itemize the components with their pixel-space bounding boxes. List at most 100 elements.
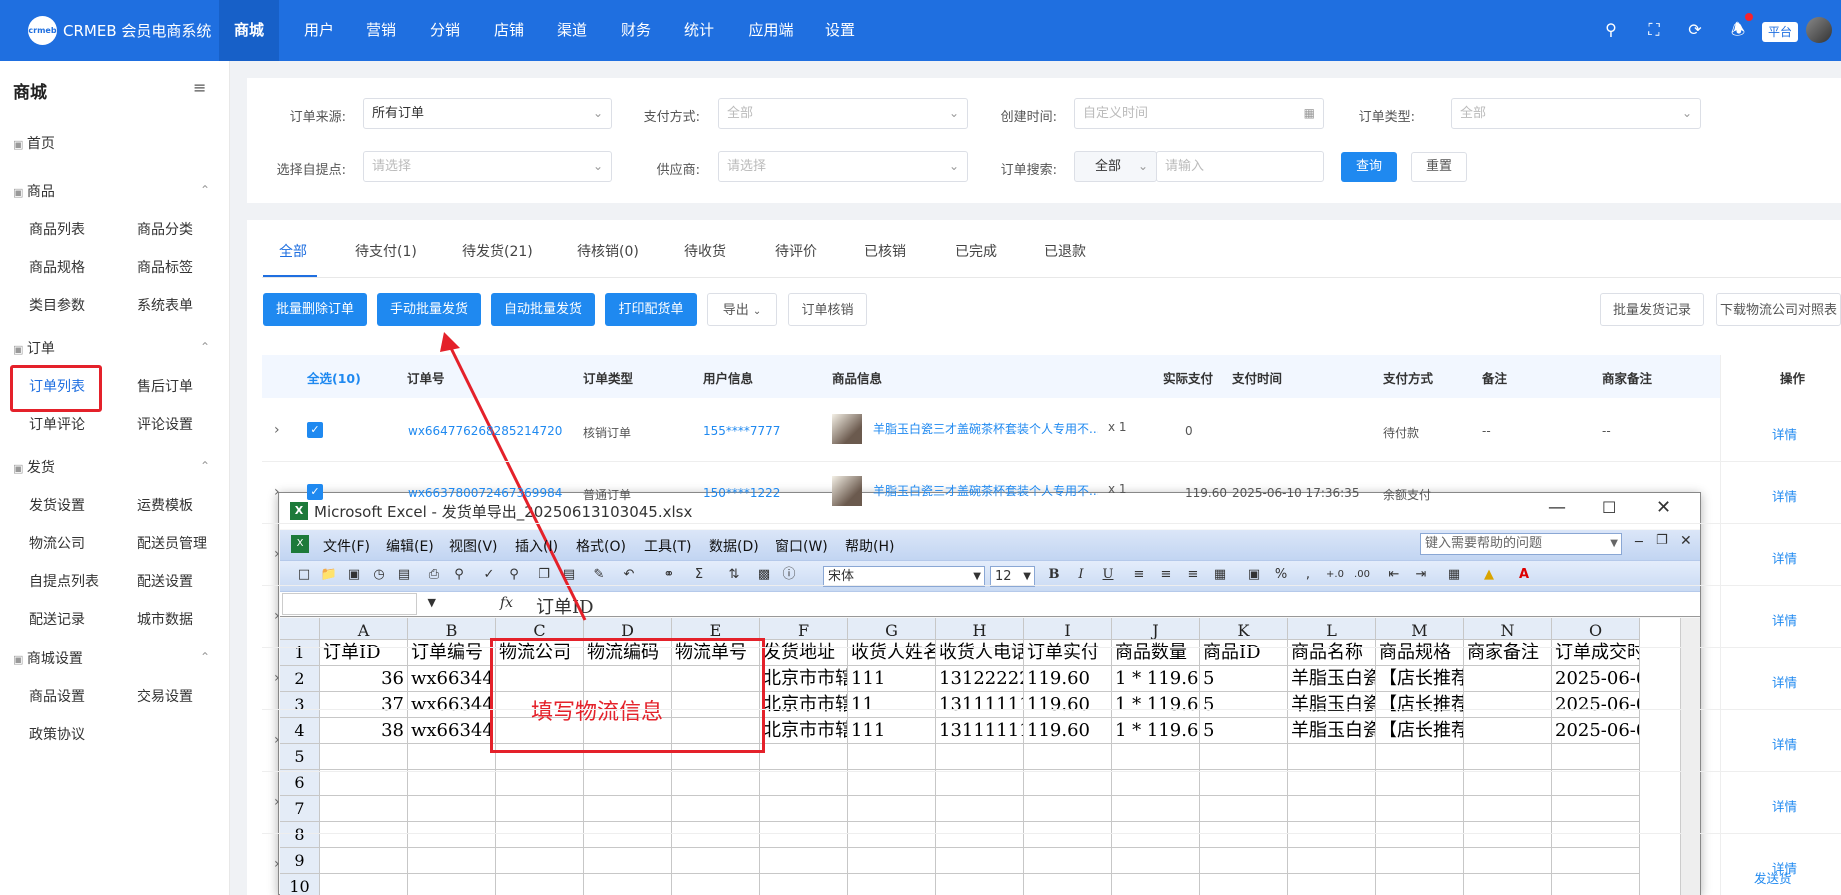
- spreadsheet-cell[interactable]: [1112, 874, 1200, 895]
- detail-link[interactable]: 详情: [1772, 672, 1797, 691]
- supplier-select[interactable]: 请选择 ⌄: [718, 151, 968, 182]
- decrease-decimal-icon[interactable]: .00: [1353, 566, 1371, 584]
- search-icon[interactable]: ⚲: [1601, 20, 1621, 40]
- spreadsheet-cell[interactable]: 37: [320, 692, 408, 718]
- spreadsheet-cell[interactable]: [408, 874, 496, 895]
- topnav-item-8[interactable]: 应用端: [733, 0, 809, 61]
- sidebar-group-1[interactable]: ▣ 订单: [13, 338, 55, 358]
- column-header[interactable]: O: [1552, 618, 1640, 640]
- spreadsheet-cell[interactable]: 收货人电话: [936, 640, 1024, 666]
- spreadsheet-cell[interactable]: [1464, 744, 1552, 770]
- spreadsheet-cell[interactable]: [1464, 848, 1552, 874]
- column-header[interactable]: M: [1376, 618, 1464, 640]
- detail-link[interactable]: 详情: [1772, 796, 1797, 815]
- spreadsheet-cell[interactable]: [1552, 848, 1640, 874]
- excel-menu-0[interactable]: 文件(F): [323, 536, 370, 556]
- reset-button[interactable]: 重置: [1411, 152, 1467, 182]
- excel-menu-1[interactable]: 编辑(E): [386, 536, 434, 556]
- row-header[interactable]: 1: [280, 640, 320, 666]
- name-box[interactable]: ▼: [282, 593, 436, 615]
- sidebar-item-2-3[interactable]: 配送员管理: [137, 533, 207, 553]
- topnav-item-9[interactable]: 设置: [810, 0, 870, 61]
- spreadsheet-cell[interactable]: [936, 822, 1024, 848]
- sidebar-item-3-1[interactable]: 交易设置: [137, 686, 193, 706]
- order-search-input[interactable]: 请输入: [1156, 151, 1324, 182]
- tab-8[interactable]: 已退款: [1044, 241, 1086, 261]
- spreadsheet-cell[interactable]: 【店长推荐: [1376, 718, 1464, 744]
- maximize-icon[interactable]: ☐: [1602, 498, 1616, 517]
- sidebar-group-3[interactable]: ▣ 商城设置: [13, 648, 83, 668]
- spreadsheet-cell[interactable]: 13122222222: [936, 666, 1024, 692]
- spreadsheet-cell[interactable]: [1024, 770, 1112, 796]
- column-header[interactable]: L: [1288, 618, 1376, 640]
- spreadsheet-cell[interactable]: [1464, 874, 1552, 895]
- row-header[interactable]: 9: [280, 848, 320, 874]
- spreadsheet-cell[interactable]: 商品规格: [1376, 640, 1464, 666]
- row-header[interactable]: 5: [280, 744, 320, 770]
- refresh-icon[interactable]: ⟳: [1685, 20, 1705, 40]
- spreadsheet-cell[interactable]: [1024, 796, 1112, 822]
- spreadsheet-cell[interactable]: [936, 848, 1024, 874]
- tab-6[interactable]: 已核销: [864, 241, 906, 261]
- spreadsheet-cell[interactable]: [1288, 874, 1376, 895]
- borders-icon[interactable]: ▦: [1445, 566, 1463, 584]
- spreadsheet-cell[interactable]: 商品名称: [1288, 640, 1376, 666]
- align-right-icon[interactable]: ≡: [1184, 566, 1202, 584]
- spreadsheet-cell[interactable]: 订单实付: [1024, 640, 1112, 666]
- spreadsheet-cell[interactable]: [1200, 796, 1288, 822]
- sidebar-item-0-2[interactable]: 商品规格: [29, 257, 85, 277]
- row-header[interactable]: 3: [280, 692, 320, 718]
- search-scope-select[interactable]: 全部 ⌄: [1074, 151, 1157, 182]
- column-header[interactable]: J: [1112, 618, 1200, 640]
- help-icon[interactable]: ⓘ: [780, 566, 798, 584]
- sidebar-item-1-3[interactable]: 评论设置: [137, 414, 193, 434]
- sidebar-item-2-4[interactable]: 自提点列表: [29, 571, 99, 591]
- tab-5[interactable]: 待评价: [775, 241, 817, 261]
- spreadsheet-cell[interactable]: 2025-06-09 18: [1552, 666, 1640, 692]
- spreadsheet-cell[interactable]: [584, 796, 672, 822]
- spreadsheet-cell[interactable]: [408, 770, 496, 796]
- detail-link[interactable]: 详情: [1772, 734, 1797, 753]
- spreadsheet-cell[interactable]: [848, 796, 936, 822]
- spreadsheet-cell[interactable]: 5: [1200, 666, 1288, 692]
- batch-ship-records-button[interactable]: 批量发货记录: [1600, 293, 1704, 326]
- spreadsheet-cell[interactable]: [1112, 770, 1200, 796]
- spreadsheet-cell[interactable]: [1024, 744, 1112, 770]
- excel-menu-7[interactable]: 窗口(W): [775, 536, 828, 556]
- expand-chevron-icon[interactable]: ›: [274, 794, 280, 810]
- platform-badge[interactable]: 平台: [1762, 22, 1798, 42]
- spreadsheet-cell[interactable]: [1464, 770, 1552, 796]
- spreadsheet-cell[interactable]: 【店长推荐: [1376, 666, 1464, 692]
- pickup-point-select[interactable]: 请选择 ⌄: [363, 151, 612, 182]
- sidebar-item-1-1[interactable]: 售后订单: [137, 376, 193, 396]
- spreadsheet-cell[interactable]: [1376, 770, 1464, 796]
- spreadsheet-cell[interactable]: [848, 874, 936, 895]
- sidebar-item-2-5[interactable]: 配送设置: [137, 571, 193, 591]
- user-info[interactable]: 150****1222: [703, 486, 780, 500]
- sidebar-item-2-2[interactable]: 物流公司: [29, 533, 85, 553]
- select-all-corner[interactable]: [280, 618, 320, 640]
- expand-chevron-icon[interactable]: ›: [274, 856, 280, 872]
- spreadsheet-cell[interactable]: 订单成交时间: [1552, 640, 1640, 666]
- spreadsheet-cell[interactable]: 5: [1200, 692, 1288, 718]
- spreadsheet-cell[interactable]: 收货人姓名: [848, 640, 936, 666]
- spreadsheet-cell[interactable]: [496, 770, 584, 796]
- detail-link[interactable]: 详情: [1772, 548, 1797, 567]
- sidebar-item-0-3[interactable]: 商品标签: [137, 257, 193, 277]
- spreadsheet-cell[interactable]: [584, 874, 672, 895]
- spreadsheet-cell[interactable]: [672, 770, 760, 796]
- spreadsheet-cell[interactable]: [848, 848, 936, 874]
- spreadsheet-cell[interactable]: [496, 874, 584, 895]
- expand-chevron-icon[interactable]: ›: [274, 484, 280, 500]
- spreadsheet-cell[interactable]: [408, 822, 496, 848]
- spreadsheet-cell[interactable]: [1552, 770, 1640, 796]
- spreadsheet-cell[interactable]: 13111111111: [936, 692, 1024, 718]
- sidebar-group-2[interactable]: ▣ 发货: [13, 457, 55, 477]
- spreadsheet-cell[interactable]: [848, 744, 936, 770]
- help-search-input[interactable]: 键入需要帮助的问题 ▼: [1420, 533, 1622, 555]
- chevron-up-icon[interactable]: ⌃: [200, 183, 210, 197]
- row-header[interactable]: 4: [280, 718, 320, 744]
- spreadsheet-cell[interactable]: 发货地址: [760, 640, 848, 666]
- spreadsheet-cell[interactable]: [1024, 874, 1112, 895]
- spreadsheet-cell[interactable]: 119.60: [1024, 692, 1112, 718]
